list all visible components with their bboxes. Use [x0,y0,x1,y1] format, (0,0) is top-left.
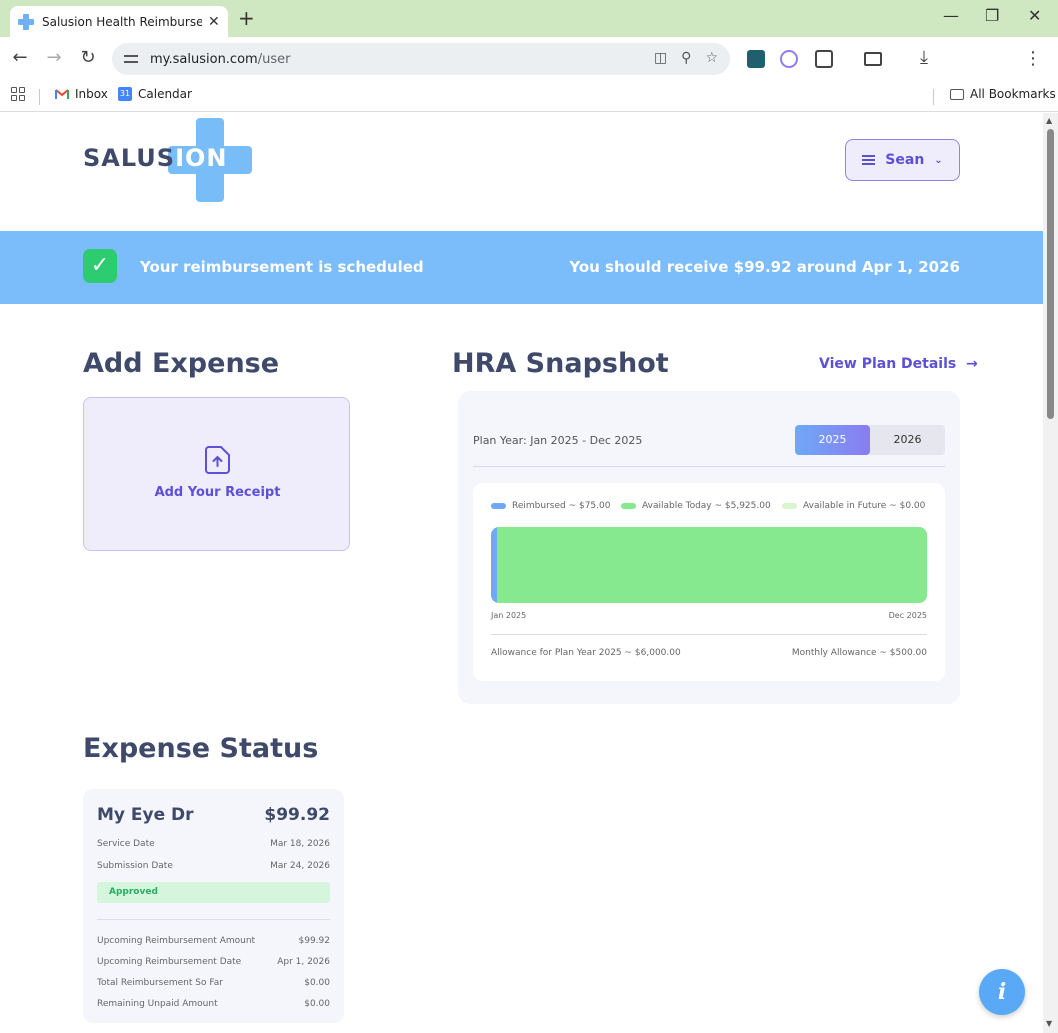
bookmark-inbox[interactable]: Inbox [55,87,108,101]
page-viewport: SALUSION Sean ⌄ ✓ Your reimbursement is … [0,113,1043,1033]
user-menu-button[interactable]: Sean ⌄ [845,139,960,181]
banner-detail: You should receive $99.92 around Apr 1, … [569,258,960,276]
bookmark-calendar[interactable]: 31 Calendar [118,87,192,101]
axis-start-label: Jan 2025 [491,611,527,620]
extensions-puzzle-icon[interactable] [815,50,833,68]
folder-icon [950,88,964,100]
extension-circle-icon[interactable] [780,50,798,68]
scroll-down-icon[interactable]: ▼ [1046,1019,1052,1028]
bookmarks-bar: Inbox 31 Calendar All Bookmarks [0,81,1058,112]
bookmark-label: Inbox [75,87,108,101]
expense-status-title: Expense Status [83,733,319,764]
plan-year-label: Plan Year: Jan 2025 - Dec 2025 [473,434,643,447]
hra-snapshot-card: Plan Year: Jan 2025 - Dec 2025 2025 2026… [458,391,960,704]
tab-close-icon[interactable]: ✕ [208,14,220,30]
extension-b-icon[interactable] [747,50,765,68]
year-button-2025[interactable]: 2025 [795,425,870,455]
user-name: Sean [885,152,925,168]
address-bar[interactable]: my.salusion.com/user ◫ ⚲ ☆ [112,43,730,75]
bar-segment-available-today [497,527,927,603]
status-badge: Approved [97,882,330,903]
scroll-up-icon[interactable]: ▲ [1046,116,1052,125]
forward-icon[interactable]: → [42,47,66,68]
legend-swatch [782,503,797,509]
hra-snapshot-title: HRA Snapshot [452,348,669,379]
back-icon[interactable]: ← [8,47,32,68]
expense-row: Upcoming Reimbursement Date Apr 1, 2026 [97,957,330,967]
hamburger-icon [862,155,876,165]
info-button[interactable]: i [979,969,1025,1015]
year-toggle: 2025 2026 [795,425,945,455]
zoom-icon[interactable]: ⚲ [681,50,691,66]
banner-message: Your reimbursement is scheduled [140,258,424,276]
divider [473,466,945,467]
expense-provider: My Eye Dr [97,805,194,825]
all-bookmarks[interactable]: All Bookmarks [950,87,1056,101]
legend-available-today: Available Today ~ $5,925.00 [621,501,771,511]
expense-row: Service Date Mar 18, 2026 [97,839,330,849]
expense-row: Total Reimbursement So Far $0.00 [97,978,330,988]
install-app-icon[interactable]: ◫ [654,50,667,66]
restore-icon[interactable]: ❐ [985,6,999,25]
reimbursement-banner: ✓ Your reimbursement is scheduled You sh… [0,231,1043,304]
gmail-icon [55,88,69,99]
browser-menu-icon[interactable]: ⋮ [1024,48,1042,69]
axis-end-label: Dec 2025 [888,611,927,620]
expense-card[interactable]: My Eye Dr $99.92 Service Date Mar 18, 202… [83,789,344,1023]
add-receipt-label: Add Your Receipt [154,485,281,500]
arrow-right-icon: → [961,356,978,372]
tab-strip: Salusion Health Reimbursement ✕ + — ❐ ✕ [0,0,1058,37]
salusion-favicon-icon [18,13,34,30]
expense-row: Remaining Unpaid Amount $0.00 [97,999,330,1009]
logo-text: SALUSION [83,144,228,172]
reload-icon[interactable]: ↻ [76,47,100,68]
year-button-2026[interactable]: 2026 [870,425,945,455]
browser-tab-active[interactable]: Salusion Health Reimbursement ✕ [10,6,228,37]
legend-available-future: Available in Future ~ $0.00 [782,501,925,511]
add-receipt-button[interactable]: Add Your Receipt [83,397,350,551]
downloads-icon[interactable]: ⤓ [912,47,936,68]
bookmark-label: Calendar [138,87,192,101]
url-host: my.salusion.com [150,51,258,67]
divider [491,634,927,635]
apps-icon[interactable] [11,87,25,101]
scroll-thumb[interactable] [1047,129,1054,419]
legend-swatch [491,503,506,509]
chevron-down-icon: ⌄ [934,154,943,166]
close-window-icon[interactable]: ✕ [1028,6,1041,25]
tab-search-icon[interactable] [864,52,882,66]
monthly-allowance-label: Monthly Allowance ~ $500.00 [791,648,927,658]
allowance-chart: Reimbursed ~ $75.00 Available Today ~ $5… [473,483,945,681]
minimize-icon[interactable]: — [943,6,959,25]
expense-row: Upcoming Reimbursement Amount $99.92 [97,936,330,946]
page-scrollbar[interactable]: ▲ ▼ [1043,113,1058,1033]
view-plan-details-link[interactable]: View Plan Details → [819,356,978,372]
bookmark-star-icon[interactable]: ☆ [705,50,718,66]
add-expense-title: Add Expense [83,348,280,379]
expense-amount: $99.92 [264,805,330,825]
url-path: /user [257,51,291,67]
expense-row: Submission Date Mar 24, 2026 [97,861,330,871]
all-bookmarks-label: All Bookmarks [970,87,1056,101]
site-info-icon[interactable] [124,52,138,66]
legend-reimbursed: Reimbursed ~ $75.00 [491,501,610,511]
browser-toolbar: ← → ↻ my.salusion.com/user ◫ ⚲ ☆ ⤓ ⋮ [0,37,1058,81]
new-tab-button[interactable]: + [238,6,255,30]
allowance-bar [491,527,927,603]
legend-swatch [621,503,636,509]
calendar-icon: 31 [118,87,132,101]
salusion-logo[interactable]: SALUSION [83,118,253,202]
tab-title: Salusion Health Reimbursement [42,14,202,29]
allowance-label: Allowance for Plan Year 2025 ~ $6,000.00 [491,648,681,658]
view-plan-label: View Plan Details [819,356,957,372]
check-icon: ✓ [83,249,117,283]
upload-file-icon [205,446,230,474]
divider [97,919,330,920]
